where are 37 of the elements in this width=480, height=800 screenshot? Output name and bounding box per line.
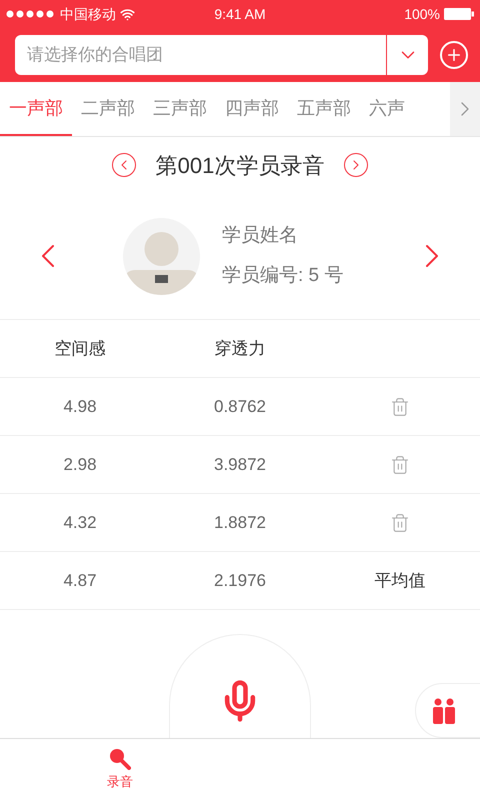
student-name: 学员姓名	[222, 224, 299, 248]
voice-part-tab[interactable]: 一声部	[0, 82, 72, 136]
previous-recording-button[interactable]	[112, 153, 136, 177]
column-header: 空间感	[54, 338, 106, 360]
table-cell-text: 3.9872	[213, 454, 267, 476]
table-cell-text: 4.32	[62, 512, 98, 534]
battery-icon	[444, 8, 474, 20]
record-tab[interactable]: 录音	[0, 739, 240, 800]
people-icon	[432, 698, 456, 724]
table-cell-text: 2.98	[62, 454, 98, 476]
table-cell-text: 0.8762	[213, 396, 267, 418]
voice-part-tab[interactable]: 四声部	[216, 82, 288, 136]
clock-text: 9:41 AM	[214, 4, 266, 24]
student-number: 学员编号: 5 号	[222, 264, 344, 288]
delete-button[interactable]	[390, 512, 410, 532]
delete-button[interactable]	[390, 454, 410, 474]
members-button[interactable]	[415, 683, 480, 738]
carrier-text: 中国移动	[60, 4, 116, 24]
plus-icon	[445, 46, 463, 64]
next-recording-button[interactable]	[344, 153, 368, 177]
table-cell-text: 4.98	[62, 396, 98, 418]
average-label: 平均值	[374, 570, 426, 592]
battery-text: 100%	[404, 4, 440, 24]
voice-part-tab[interactable]: 六声	[360, 82, 414, 136]
delete-button[interactable]	[390, 396, 410, 416]
table-cell-text: 2.1976	[213, 570, 267, 592]
table-cell-text: 1.8872	[213, 512, 267, 534]
recording-title: 第001次学员录音	[156, 152, 324, 180]
add-button[interactable]	[440, 41, 468, 69]
table-cell-text: 4.87	[62, 570, 98, 592]
voice-part-tab[interactable]: 二声部	[72, 82, 144, 136]
signal-icon	[6, 10, 56, 18]
column-header: 穿透力	[214, 338, 266, 360]
wifi-icon	[120, 6, 135, 22]
voice-part-tab[interactable]: 五声部	[288, 82, 360, 136]
record-button[interactable]	[169, 634, 311, 738]
voice-part-tab[interactable]: 三声部	[144, 82, 216, 136]
